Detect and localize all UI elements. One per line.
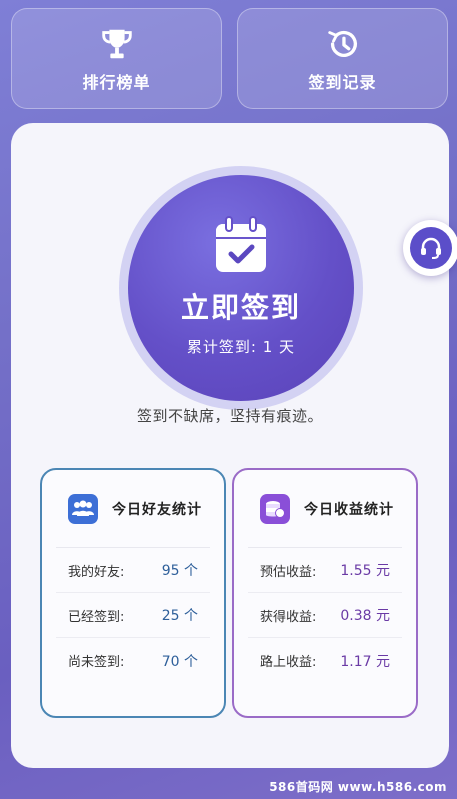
checkin-card: 立即签到 累计签到: 1 天 签到不缺席，坚持有痕迹。 今日好友统计 我的好友:… (11, 123, 449, 768)
stat-row-unsigned: 尚未签到: 70 个 (56, 638, 210, 683)
customer-service-button[interactable] (403, 220, 457, 276)
income-stats-panel: 今日收益统计 预估收益: 1.55 元 获得收益: 0.38 元 路上收益: 1… (232, 468, 418, 718)
stat-label: 尚未签到: (68, 655, 125, 670)
stat-label: 预估收益: (260, 564, 317, 580)
income-stats-title: 今日收益统计 (304, 501, 394, 518)
friends-stats-header: 今日好友统计 (56, 470, 210, 548)
checkin-history-label: 签到记录 (308, 72, 377, 92)
leaderboard-label: 排行榜单 (82, 72, 151, 92)
friends-stats-title: 今日好友统计 (112, 501, 202, 518)
stat-row-friends: 我的好友: 95 个 (56, 548, 210, 593)
friends-stats-panel: 今日好友统计 我的好友: 95 个 已经签到: 25 个 尚未签到: 70 个 (40, 468, 226, 718)
income-stats-header: 今日收益统计 (248, 470, 402, 548)
checkin-title: 立即签到 (180, 290, 301, 324)
stat-value: 70 个 (161, 653, 198, 670)
coins-icon (260, 493, 290, 524)
stat-value: 0.38 元 (340, 608, 390, 624)
stat-row-estimated: 预估收益: 1.55 元 (248, 548, 402, 593)
checkin-history-button[interactable]: 签到记录 (237, 8, 448, 109)
stat-row-pending: 路上收益: 1.17 元 (248, 638, 402, 683)
stat-value: 25 个 (161, 608, 198, 624)
headset-icon (410, 227, 452, 269)
leaderboard-button[interactable]: 排行榜单 (11, 8, 222, 109)
watermark: 586首码网 www.h586.com (269, 780, 447, 794)
checkin-count: 累计签到: 1 天 (186, 337, 296, 356)
trophy-icon (101, 29, 132, 58)
checkin-circle-ring: 立即签到 累计签到: 1 天 (119, 166, 363, 410)
stat-label: 我的好友: (68, 564, 125, 580)
calendar-check-icon (216, 215, 266, 272)
checkin-button[interactable]: 立即签到 累计签到: 1 天 (128, 175, 354, 401)
stat-label: 获得收益: (260, 609, 317, 625)
stat-value: 1.55 元 (340, 563, 390, 579)
users-icon (68, 493, 98, 524)
checkin-motto: 签到不缺席，坚持有痕迹。 (136, 407, 323, 425)
stat-value: 1.17 元 (340, 653, 390, 670)
stat-row-received: 获得收益: 0.38 元 (248, 593, 402, 638)
stat-label: 已经签到: (68, 609, 125, 625)
history-icon (327, 30, 357, 57)
stat-value: 95 个 (161, 563, 198, 579)
stat-row-signed: 已经签到: 25 个 (56, 593, 210, 638)
stat-label: 路上收益: (260, 655, 317, 670)
